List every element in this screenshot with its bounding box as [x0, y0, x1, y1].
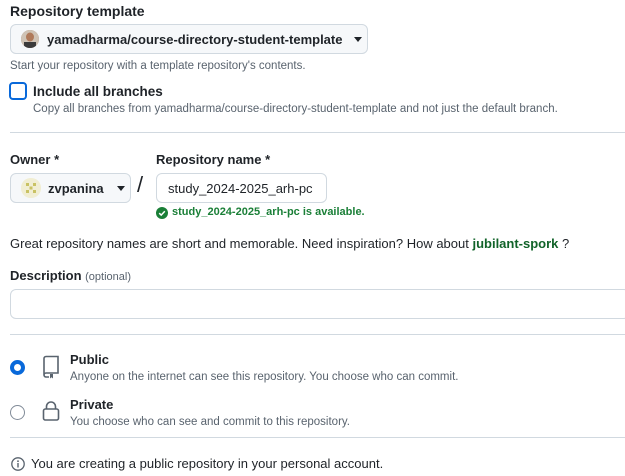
template-owner-avatar: [21, 30, 39, 48]
owner-select-value: zvpanina: [48, 180, 104, 196]
chevron-down-icon: [354, 36, 363, 42]
description-optional: (optional): [85, 271, 131, 283]
description-label: Description: [10, 268, 82, 283]
repo-name-status-text: study_2024-2025_arh-pc is available.: [172, 206, 365, 218]
visibility-notice-text: You are creating a public repository in …: [31, 456, 384, 471]
owner-repo-separator: /: [137, 172, 144, 197]
template-help: Start your repository with a template re…: [10, 60, 306, 72]
template-select-value: yamadharma/course-directory-student-temp…: [47, 31, 343, 47]
repo-name-status: study_2024-2025_arh-pc is available.: [156, 206, 365, 219]
public-label[interactable]: Public: [70, 352, 109, 367]
divider: [10, 437, 625, 438]
template-label: Repository template: [10, 3, 145, 19]
public-radio[interactable]: [10, 360, 25, 375]
owner-label: Owner *: [10, 152, 60, 167]
suggestion-text: Great repository names are short and mem…: [10, 236, 473, 251]
description-label-row: Description (optional): [10, 268, 131, 283]
repo-name-label: Repository name *: [156, 152, 271, 167]
repo-icon: [41, 355, 61, 384]
owner-avatar: [21, 178, 41, 198]
info-icon: [11, 456, 25, 471]
include-branches-help: Copy all branches from yamadharma/course…: [33, 103, 558, 115]
divider: [10, 334, 625, 335]
template-select[interactable]: yamadharma/course-directory-student-temp…: [10, 24, 368, 54]
private-label[interactable]: Private: [70, 397, 113, 412]
chevron-down-icon: [116, 185, 125, 191]
private-radio[interactable]: [10, 405, 25, 420]
check-circle-icon: [156, 206, 168, 219]
divider: [10, 132, 625, 133]
include-branches-checkbox[interactable]: [9, 82, 27, 100]
private-help: You choose who can see and commit to thi…: [70, 416, 350, 428]
description-input[interactable]: [10, 289, 625, 319]
lock-icon: [41, 400, 61, 427]
public-help: Anyone on the internet can see this repo…: [70, 371, 459, 383]
repo-name-input[interactable]: study_2024-2025_arh-pc: [156, 173, 327, 203]
suggestion-tail: ?: [558, 236, 570, 251]
name-suggestion: Great repository names are short and mem…: [10, 236, 569, 251]
suggested-name-link[interactable]: jubilant-spork: [472, 236, 558, 251]
include-branches-label[interactable]: Include all branches: [33, 84, 163, 99]
visibility-notice: You are creating a public repository in …: [11, 456, 383, 471]
owner-select[interactable]: zvpanina: [10, 173, 131, 203]
